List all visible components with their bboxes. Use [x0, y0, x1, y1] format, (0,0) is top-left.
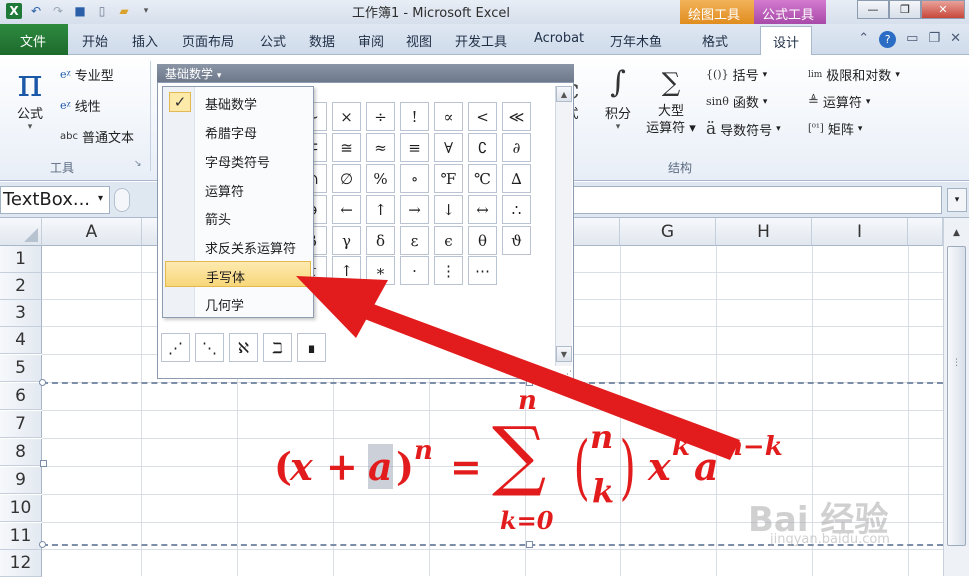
annotation-arrow: [296, 276, 740, 460]
arrow-shaft: [362, 302, 740, 460]
